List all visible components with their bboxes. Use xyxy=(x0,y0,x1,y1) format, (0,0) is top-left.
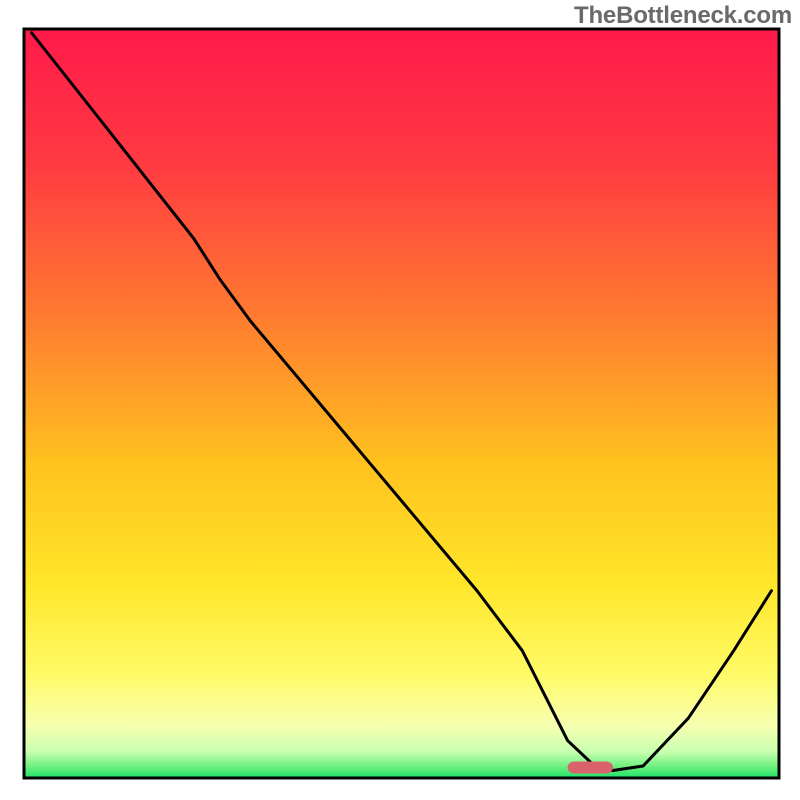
chart-container: TheBottleneck.com xyxy=(0,0,800,800)
plot-background xyxy=(24,29,779,778)
bottleneck-chart xyxy=(0,0,800,800)
optimal-marker xyxy=(568,762,613,774)
